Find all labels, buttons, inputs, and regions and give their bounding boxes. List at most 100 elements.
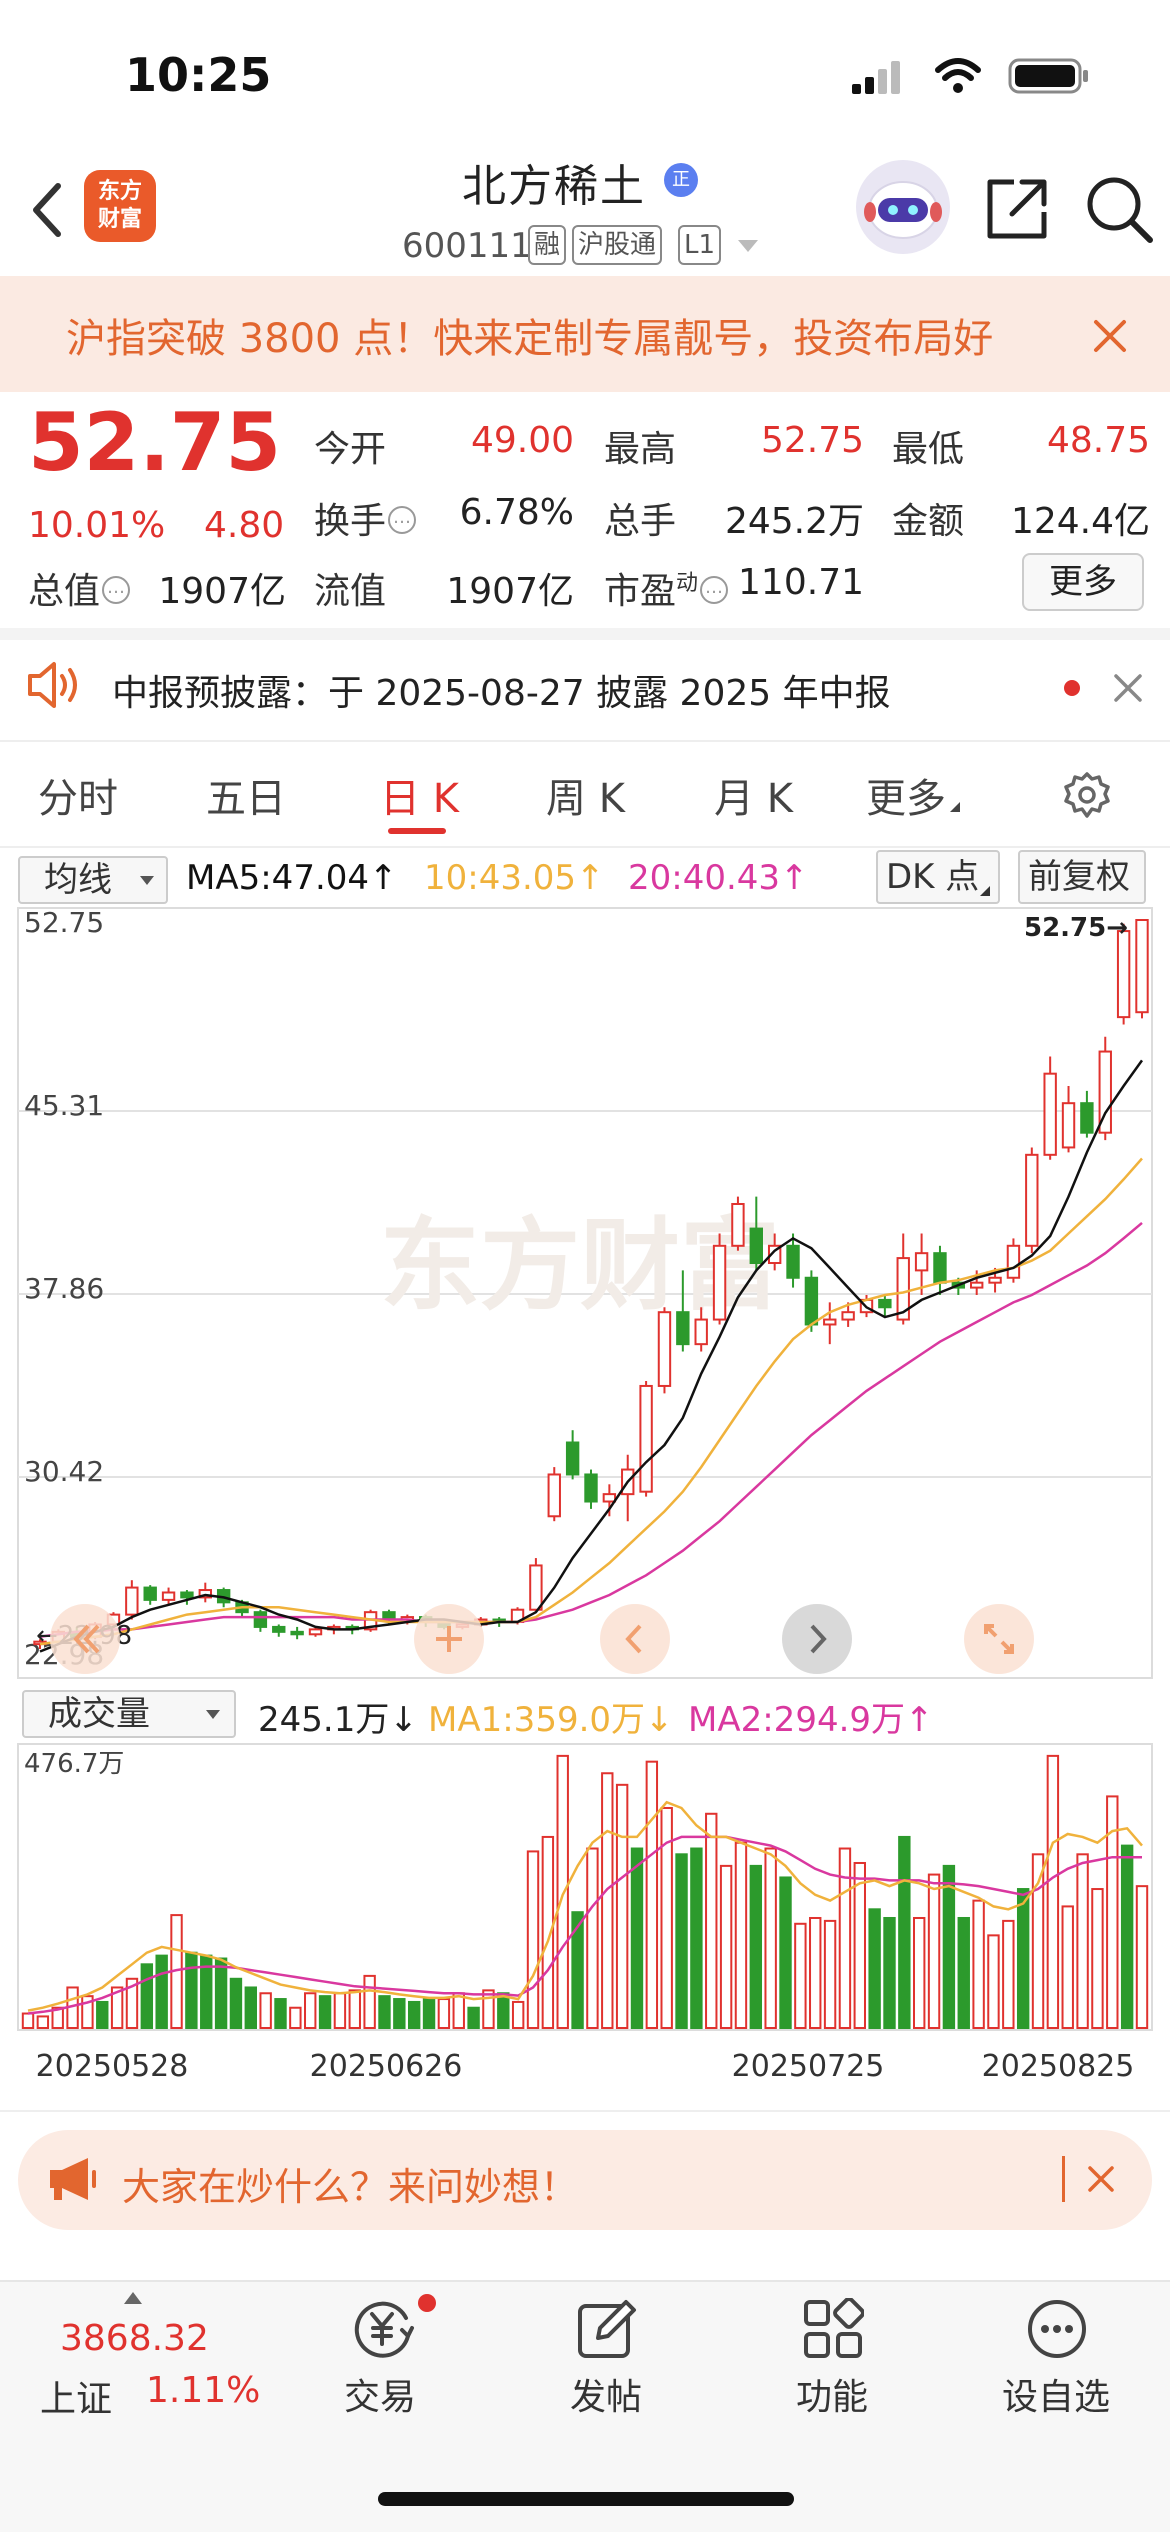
nav-functions-label[interactable]: 功能 (752, 2368, 912, 2420)
volume-bar (675, 1853, 688, 2030)
volume-bar (422, 1998, 436, 2029)
volume-bar (348, 1989, 361, 2030)
candle-body (786, 1244, 800, 1279)
notice-text[interactable]: 中报预披露：于 2025-08-27 披露 2025 年中报 (112, 664, 891, 716)
candle-body (253, 1611, 268, 1628)
tab-more[interactable]: 更多 (866, 766, 960, 824)
candle-body (841, 1311, 855, 1321)
assistant-robot-avatar[interactable] (856, 160, 950, 254)
volume-bar (1135, 1885, 1149, 2029)
volume-bar (898, 1835, 911, 2030)
volume-y-tick-label: 476.7万 (24, 1749, 124, 1779)
volume-bar (942, 1864, 956, 2029)
volume-bar (229, 1977, 243, 2029)
home-indicator (378, 2492, 794, 2506)
index-value[interactable]: 3868.32 (60, 2318, 209, 2359)
volume-bar (987, 1934, 1000, 2030)
index-change[interactable]: 1.11% (146, 2370, 260, 2411)
chevron-down-icon[interactable] (738, 240, 758, 252)
info-icon[interactable]: … (102, 576, 131, 604)
volume-bar (1016, 1888, 1030, 2029)
x-tick-label: 20250725 (732, 2049, 885, 2084)
volume-bar (333, 1992, 347, 2029)
tab-five-day[interactable]: 五日 (206, 766, 286, 824)
candle-body (1061, 1102, 1076, 1149)
volume-bar (838, 1847, 852, 2029)
high-label: 最高 (604, 429, 677, 470)
volume-bar (1076, 1853, 1089, 2030)
candle-body (694, 1318, 708, 1346)
open-value: 49.00 (470, 420, 574, 461)
candle-body (272, 1625, 286, 1633)
more-button[interactable]: 更多 (1022, 553, 1144, 611)
volume-bar (21, 2012, 35, 2029)
nav-watchlist-label[interactable]: 设自选 (976, 2368, 1136, 2420)
kline-chart[interactable]: 东方财富 52.7545.3137.8630.4222.98 52.75→←22… (0, 900, 1170, 1690)
back-icon[interactable] (28, 180, 68, 240)
gear-icon[interactable] (1062, 770, 1112, 820)
chart-fullscreen-button[interactable] (964, 1604, 1034, 1674)
close-icon[interactable] (1090, 316, 1130, 356)
y-tick-label: 45.31 (24, 1089, 104, 1122)
candle-body (639, 1384, 653, 1493)
y-tick-label: 37.86 (24, 1272, 104, 1305)
dk-point-label: DK 点 (886, 857, 980, 897)
nav-trade-label[interactable]: 交易 (300, 2368, 460, 2420)
open-label: 今开 (314, 429, 387, 470)
divider (1062, 2156, 1065, 2202)
trade-yen-icon[interactable] (346, 2298, 418, 2360)
chart-prev-button[interactable] (600, 1604, 670, 1674)
candle-body (547, 1473, 561, 1518)
tab-intraday[interactable]: 分时 (38, 766, 118, 824)
volume-bar (823, 1919, 837, 2029)
nav-post-label[interactable]: 发帖 (526, 2368, 686, 2420)
chart-zoom-in-button[interactable] (414, 1604, 484, 1674)
battery-icon (1008, 58, 1088, 94)
info-icon[interactable]: … (388, 506, 417, 534)
volume-bar (853, 1861, 866, 2030)
promo-text[interactable]: 沪指突破 3800 点！快来定制专属靓号，投资布局好 (66, 306, 1056, 364)
chart-zoom-out-button[interactable] (50, 1604, 120, 1674)
index-name[interactable]: 上证 (40, 2370, 112, 2422)
chevron-down-icon (140, 876, 154, 885)
ask-ai-text[interactable]: 大家在炒什么？来问妙想！ (122, 2156, 578, 2211)
more-dots-icon[interactable] (1026, 2298, 1088, 2360)
volume-bar (452, 1992, 465, 2029)
close-icon[interactable] (1086, 2164, 1116, 2194)
share-icon[interactable] (984, 176, 1050, 242)
x-tick-label: 20250528 (36, 2049, 189, 2084)
edit-post-icon[interactable] (576, 2298, 638, 2360)
tag-connect: 沪股通 (572, 225, 663, 265)
chart-next-button[interactable] (782, 1604, 852, 1674)
pe-label: 市盈动… (604, 562, 729, 614)
volume-bar (586, 1847, 599, 2029)
pe-label-sup: 动 (676, 571, 699, 596)
active-tab-indicator (388, 828, 446, 834)
tab-daily-k[interactable]: 日 K (380, 766, 459, 824)
volume-bar (289, 2006, 302, 2030)
volume-bar (259, 1992, 272, 2029)
functions-grid-icon[interactable] (802, 2298, 864, 2360)
info-icon[interactable]: … (700, 576, 729, 604)
candle-body (602, 1493, 617, 1503)
signal-icon (852, 60, 902, 94)
price-adjust-button[interactable]: 前复权 (1018, 850, 1146, 904)
tab-more-label: 更多 (866, 776, 946, 822)
close-icon[interactable] (1112, 672, 1144, 704)
candle-body (565, 1441, 580, 1476)
y-tick-label: 52.75 (24, 906, 104, 939)
volume-label: 总手 (604, 501, 677, 542)
candle-body (180, 1591, 194, 1599)
candle-body (933, 1252, 947, 1284)
tab-weekly-k[interactable]: 周 K (546, 766, 625, 824)
candle-body (1135, 919, 1149, 1014)
volume-indicator-select[interactable]: 成交量 (22, 1690, 236, 1738)
search-icon[interactable] (1084, 174, 1154, 244)
volume-bar (630, 1847, 644, 2029)
volume-bar (556, 1754, 569, 2029)
low-label: 最低 (892, 429, 965, 470)
tab-monthly-k[interactable]: 月 K (714, 766, 793, 824)
volume-bar (378, 1995, 391, 2029)
candle-body (290, 1630, 304, 1636)
volume-chart[interactable]: 476.7万 20250528 20250626 20250725 20250825 (0, 1740, 1170, 2112)
